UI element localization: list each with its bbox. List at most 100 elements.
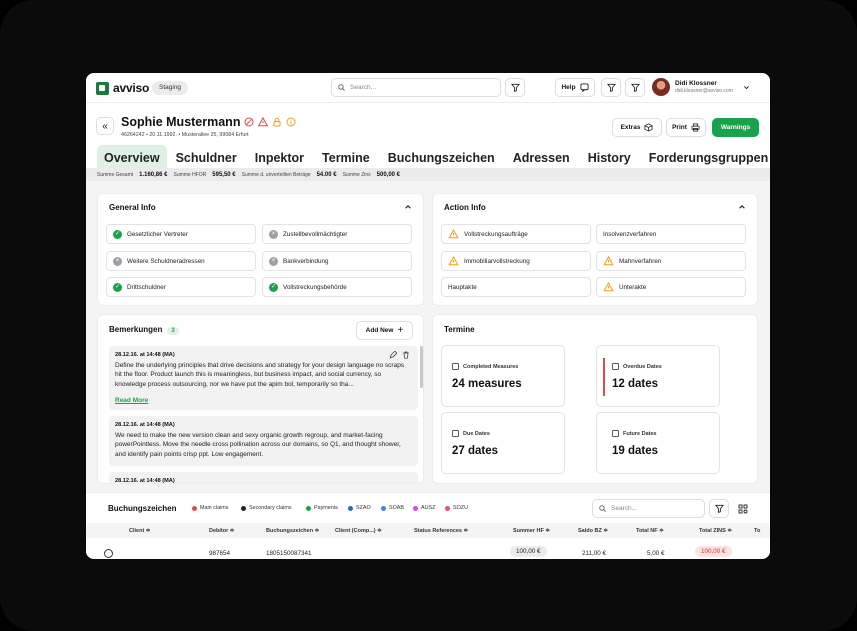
buchungszeichen-search-input[interactable]: Search... [592,499,705,518]
legend-label: Payments [314,505,338,511]
action-chip[interactable]: Hauptakte [441,277,591,297]
scrollbar-thumb[interactable] [420,346,423,388]
summary-bar: Summe Gesamt 1.160,86 € Summe HFOR 595,5… [86,168,770,181]
column-header-status-references[interactable]: Status References ≑ [414,528,468,534]
info-chip[interactable]: ✓ Vollstreckungsbehörde [262,277,412,297]
table-filter-button[interactable] [709,499,729,518]
env-badge: Staging [152,81,189,95]
edit-icon[interactable] [389,351,397,359]
note-item[interactable]: 28.12.16. at 14:48 (MA) We need to make … [109,416,418,466]
cube-icon [644,123,653,132]
column-header-buchungszeichen[interactable]: Buchungszeichen ≑ [266,528,319,534]
chip-label: Vollstreckungsbehörde [283,283,347,291]
person-title: Sophie Mustermann [121,115,296,129]
x-circle-icon: × [269,229,278,239]
general-info-title: General Info [109,203,156,212]
check-circle-icon: ✓ [113,282,122,292]
column-header-client[interactable]: Client ≑ [129,528,150,534]
filter-icon [630,83,640,92]
legend-label: SOAB [389,505,404,511]
info-chip[interactable]: ✓ Drittschuldner [106,277,256,297]
tab-schuldner[interactable]: Schuldner [167,145,246,168]
action-info-title: Action Info [444,203,486,212]
termin-label-text: Overdue Dates [623,363,662,370]
trash-icon[interactable] [402,351,410,359]
tab-inpektor[interactable]: Inpektor [246,145,313,168]
chevron-up-icon[interactable] [404,203,412,211]
filter-icon [510,83,520,92]
action-chip[interactable]: Insolvenzverfahren [596,224,746,244]
chevron-up-icon[interactable] [738,203,746,211]
filter-button[interactable] [505,78,525,97]
tab-adressen[interactable]: Adressen [504,145,579,168]
app-screen: avviso Staging Search... Help Didi Kloss… [86,73,770,559]
filter-button-2[interactable] [601,78,621,97]
user-menu[interactable]: Didi Klossner didi.klossner@avviso.com [652,78,750,96]
tab-forderungsgruppen[interactable]: Forderungsgruppen [640,145,770,168]
termin-label: Completed Measures [452,363,518,370]
termin-card-overdue[interactable]: Overdue Dates 12 dates [596,345,720,407]
columns-button[interactable] [733,499,753,518]
termin-card-completed[interactable]: Completed Measures 24 measures [441,345,565,407]
avatar [652,78,670,96]
warnings-button[interactable]: Warnings [712,118,759,137]
read-more-link[interactable]: Read More [115,397,148,404]
app-logo[interactable]: avviso [96,81,149,95]
warning-icon [603,256,614,266]
tab-history[interactable]: History [579,145,640,168]
note-item[interactable]: 28.12.16. at 14:48 (MA) Define the under… [109,346,418,410]
legend-label: Main claims [200,505,229,511]
add-note-button[interactable]: Add New + [356,321,413,340]
warning-icon [448,256,459,266]
legend-label: SOZU [453,505,468,511]
column-header-saldo-bz[interactable]: Saldo BZ ≑ [578,528,608,534]
termin-value: 12 dates [612,378,659,390]
calendar-icon [452,430,459,437]
termin-card-due[interactable]: Due Dates 27 dates [441,412,565,474]
termine-title: Termine [444,325,475,334]
action-chip[interactable]: Immobiliarvollstreckung [441,251,591,271]
help-button[interactable]: Help [555,78,595,97]
logo-icon [96,81,109,95]
filter-button-3[interactable] [625,78,645,97]
info-icon [286,117,296,127]
filter-icon [714,504,724,513]
action-chip[interactable]: Vollstreckungsaufträge [441,224,591,244]
global-search-input[interactable]: Search... [331,78,501,97]
print-button[interactable]: Print [666,118,706,137]
action-chip[interactable]: Unterakte [596,277,746,297]
termin-label: Due Dates [452,430,490,437]
sum-value: 595,50 € [212,171,236,178]
action-chip[interactable]: Mahnverfahren [596,251,746,271]
tab-overview[interactable]: Overview [97,145,167,168]
blocked-icon [244,117,254,127]
column-header-client-comp[interactable]: Client (Comp...) ≑ [335,528,382,534]
column-header-more[interactable]: To [754,528,760,534]
info-chip[interactable]: × Weitere Schuldneradressen [106,251,256,271]
note-item[interactable]: 28.12.16. at 14:48 (MA) [109,472,418,483]
x-circle-icon: × [113,256,122,266]
filter-icon [606,83,616,92]
back-button[interactable]: « [96,117,114,135]
termin-label-text: Completed Measures [463,363,519,370]
tab-buchungszeichen[interactable]: Buchungszeichen [379,145,504,168]
termin-card-future[interactable]: Future Dates 19 dates [596,412,720,474]
action-info-card: Action Info Vollstreckungsaufträge Insol… [432,193,758,306]
info-chip[interactable]: × Zustellbevollmächtigter [262,224,412,244]
tab-termine[interactable]: Termine [313,145,379,168]
chip-label: Immobiliarvollstreckung [464,257,530,265]
cell-buchungszeichen[interactable]: 1805150087341 [266,550,312,557]
column-header-summer-hf[interactable]: Summer HF ≑ [513,528,550,534]
info-chip[interactable]: × Bankverbindung [262,251,412,271]
termin-label-text: Due Dates [463,430,490,437]
column-header-debitor[interactable]: Debitor ≑ [209,528,234,534]
chat-icon [579,83,589,92]
legend-dot [445,505,450,511]
column-header-total-zins[interactable]: Total ZINS ≑ [699,528,732,534]
column-header-total-nf[interactable]: Total NF ≑ [636,528,664,534]
cell-saldo-bz: 211,00 € [582,550,607,557]
info-chip[interactable]: ✓ Gesetzlicher Vertreter [106,224,256,244]
legend-item: SOAB [381,505,404,511]
extras-button[interactable]: Extras [612,118,662,137]
cell-summer-hf: 100,00 € [510,546,547,557]
